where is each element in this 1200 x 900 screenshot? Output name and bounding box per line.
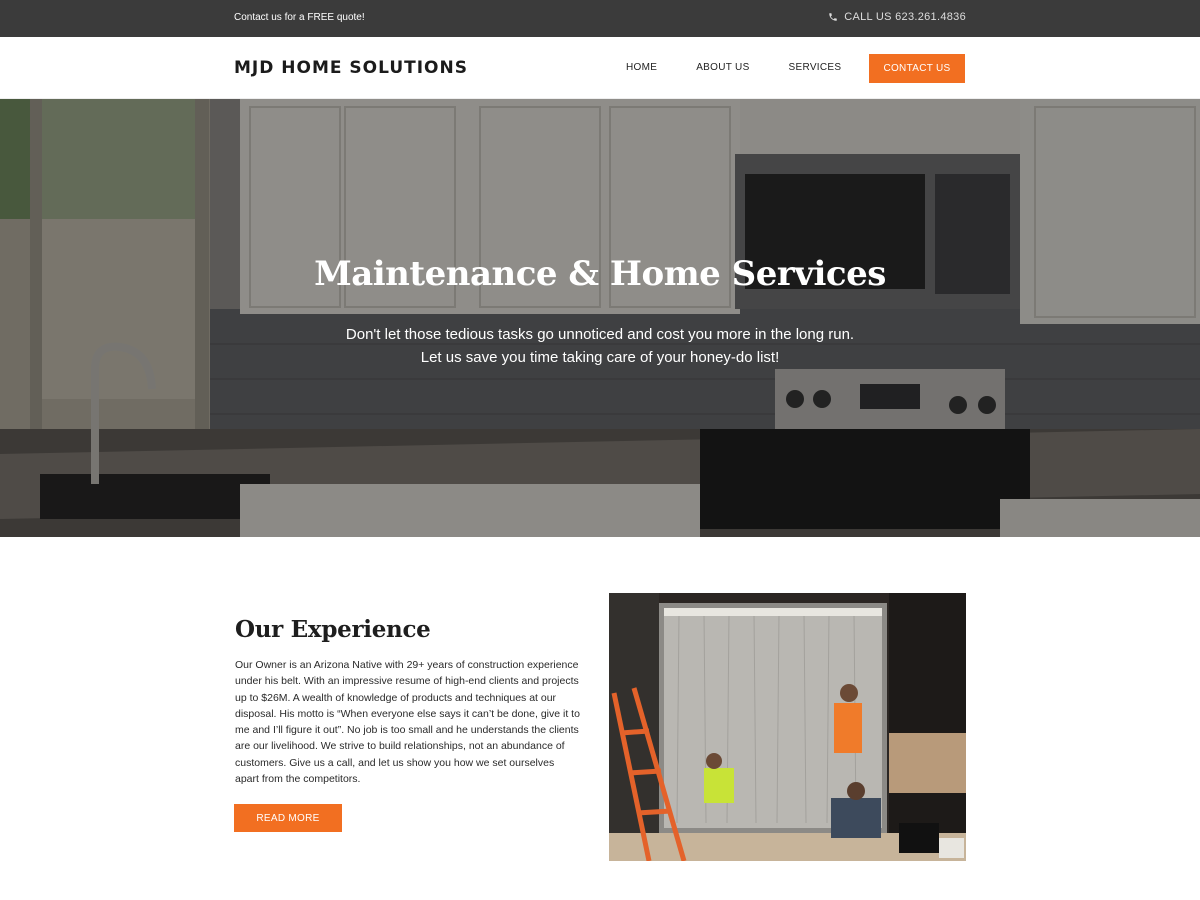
hero-title: Maintenance & Home Services: [314, 254, 886, 294]
experience-title: Our Experience: [235, 616, 431, 643]
free-quote-text: Contact us for a FREE quote!: [234, 12, 365, 23]
contact-us-button[interactable]: CONTACT US: [869, 54, 965, 83]
call-us-text[interactable]: CALL US 623.261.4836: [844, 11, 966, 23]
site-logo[interactable]: MJD HOME SOLUTIONS: [234, 58, 468, 78]
nav-services[interactable]: SERVICES: [789, 62, 842, 73]
site-header: MJD HOME SOLUTIONS HOME ABOUT US SERVICE…: [0, 37, 1200, 99]
top-bar: Contact us for a FREE quote! CALL US 623…: [0, 0, 1200, 37]
experience-description: Our Owner is an Arizona Native with 29+ …: [235, 659, 580, 786]
experience-photo: [609, 593, 966, 861]
hero-banner: Maintenance & Home Services Don't let th…: [0, 99, 1200, 537]
hero-subtitle-line-2: Let us save you time taking care of your…: [420, 349, 780, 366]
glass-panel-install-image: [609, 593, 966, 861]
main-nav: HOME ABOUT US SERVICES: [626, 62, 841, 73]
hero-subtitle-line-1: Don't let those tedious tasks go unnotic…: [345, 326, 855, 343]
phone-icon: [829, 13, 837, 21]
read-more-button[interactable]: READ MORE: [234, 804, 342, 832]
hero-overlay: [0, 99, 1200, 537]
nav-about-us[interactable]: ABOUT US: [696, 62, 749, 73]
call-us[interactable]: CALL US 623.261.4836: [828, 11, 966, 23]
nav-home[interactable]: HOME: [626, 62, 657, 73]
